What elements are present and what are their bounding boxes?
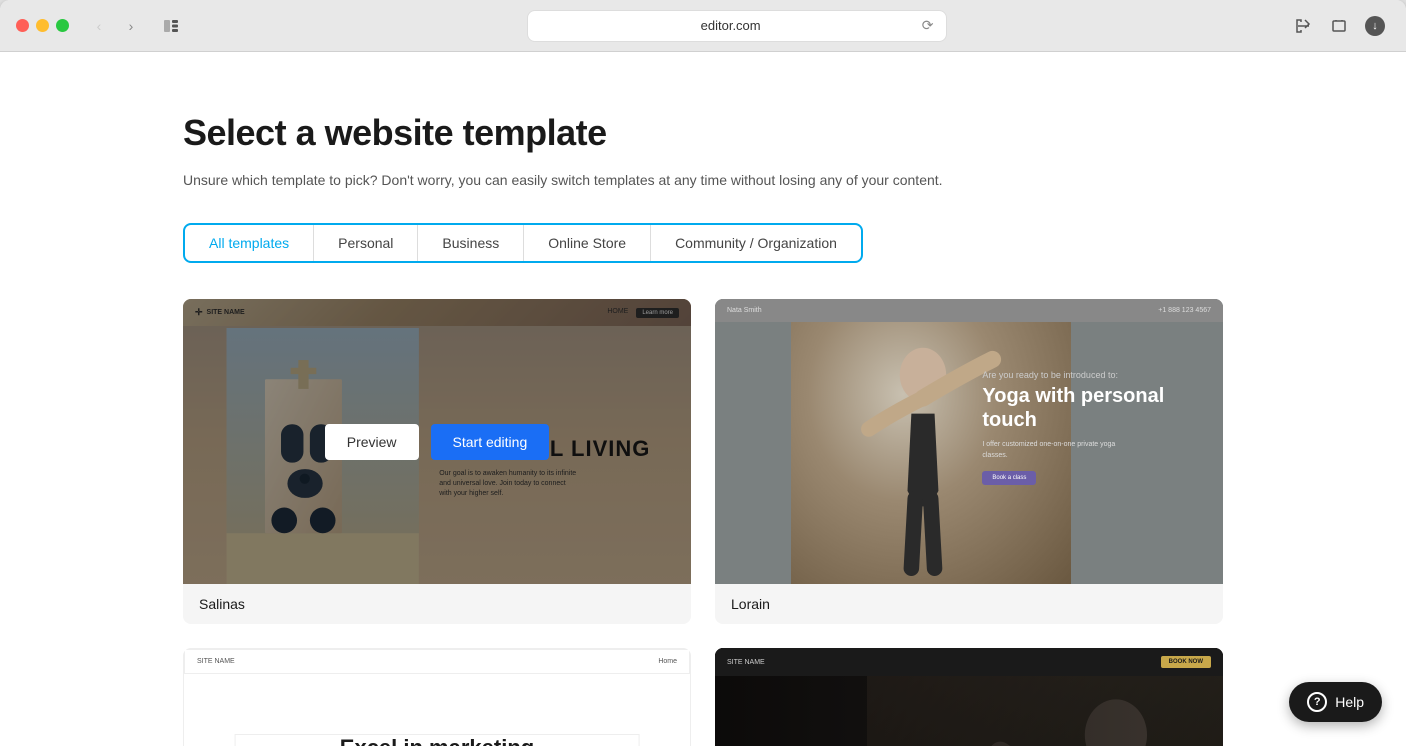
tab-community[interactable]: Community / Organization	[651, 225, 861, 261]
lorain-nav: Nata Smith +1 888 123 4567	[715, 299, 1223, 322]
browser-content[interactable]: Select a website template Unsure which t…	[0, 52, 1406, 746]
downloads-button[interactable]: ↓	[1360, 11, 1390, 41]
page-subtitle: Unsure which template to pick? Don't wor…	[183, 170, 1223, 191]
lorain-intro: Are you ready to be introduced to:	[982, 370, 1182, 380]
tab-all-templates[interactable]: All templates	[185, 225, 314, 261]
template-card-barber: SITE NAME BOOK NOW placeholder	[715, 648, 1223, 746]
nav-buttons: ‹ ›	[85, 12, 145, 40]
forward-button[interactable]: ›	[117, 12, 145, 40]
page-title: Select a website template	[183, 112, 1223, 154]
maximize-button[interactable]	[56, 19, 69, 32]
tab-online-store[interactable]: Online Store	[524, 225, 651, 261]
help-icon: ?	[1307, 692, 1327, 712]
traffic-lights	[16, 19, 69, 32]
template-preview-salinas: ✛ SITE NAME HOME Learn more SPIRITUAL LI…	[183, 299, 691, 584]
barber-nav: SITE NAME BOOK NOW	[715, 648, 1223, 676]
salinas-preview-button[interactable]: Preview	[325, 424, 419, 460]
template-preview-marketing: SITE NAME Home Excel in marketing Genera…	[183, 648, 691, 746]
help-button[interactable]: ? Help	[1289, 682, 1382, 722]
template-preview-lorain: Nata Smith +1 888 123 4567 Are you ready…	[715, 299, 1223, 584]
address-bar[interactable]: editor.com ⟳	[527, 10, 947, 42]
template-card-salinas: ✛ SITE NAME HOME Learn more SPIRITUAL LI…	[183, 299, 691, 624]
lorain-template-name: Lorain	[715, 584, 1223, 624]
barber-book-btn: BOOK NOW	[1161, 656, 1211, 668]
lorain-text-section: Are you ready to be introduced to: Yoga …	[982, 370, 1182, 485]
lorain-subtitle: I offer customized one-on-one private yo…	[982, 440, 1142, 461]
marketing-nav: SITE NAME Home	[184, 649, 690, 674]
tab-business[interactable]: Business	[418, 225, 524, 261]
back-button[interactable]: ‹	[85, 12, 113, 40]
reload-icon[interactable]: ⟳	[922, 17, 934, 34]
template-preview-barber: SITE NAME BOOK NOW	[715, 648, 1223, 746]
template-card-lorain: Nata Smith +1 888 123 4567 Are you ready…	[715, 299, 1223, 624]
marketing-title: Excel in marketing	[236, 735, 639, 746]
salinas-start-editing-button[interactable]: Start editing	[431, 424, 550, 460]
help-label: Help	[1335, 694, 1364, 710]
lorain-cta: Book a class	[982, 471, 1036, 485]
browser-window: ‹ › editor.com ⟳	[0, 0, 1406, 746]
close-button[interactable]	[16, 19, 29, 32]
browser-titlebar: ‹ › editor.com ⟳	[0, 0, 1406, 52]
url-text: editor.com	[540, 18, 922, 33]
share-button[interactable]	[1288, 11, 1318, 41]
sidebar-toggle-button[interactable]	[157, 12, 185, 40]
page-container: Select a website template Unsure which t…	[103, 52, 1303, 746]
lorain-title: Yoga with personal touch	[982, 384, 1182, 432]
template-card-marketing: SITE NAME Home Excel in marketing Genera…	[183, 648, 691, 746]
address-bar-wrapper: editor.com ⟳	[193, 10, 1280, 42]
toolbar-right: ↓	[1288, 11, 1390, 41]
templates-grid: ✛ SITE NAME HOME Learn more SPIRITUAL LI…	[183, 299, 1223, 746]
new-tab-button[interactable]	[1324, 11, 1354, 41]
salinas-hover-overlay: Preview Start editing	[183, 299, 691, 584]
minimize-button[interactable]	[36, 19, 49, 32]
marketing-content: Excel in marketing Generate leads and cl…	[235, 734, 640, 746]
tab-personal[interactable]: Personal	[314, 225, 418, 261]
filter-tabs: All templates Personal Business Online S…	[183, 223, 863, 263]
salinas-template-name: Salinas	[183, 584, 691, 624]
